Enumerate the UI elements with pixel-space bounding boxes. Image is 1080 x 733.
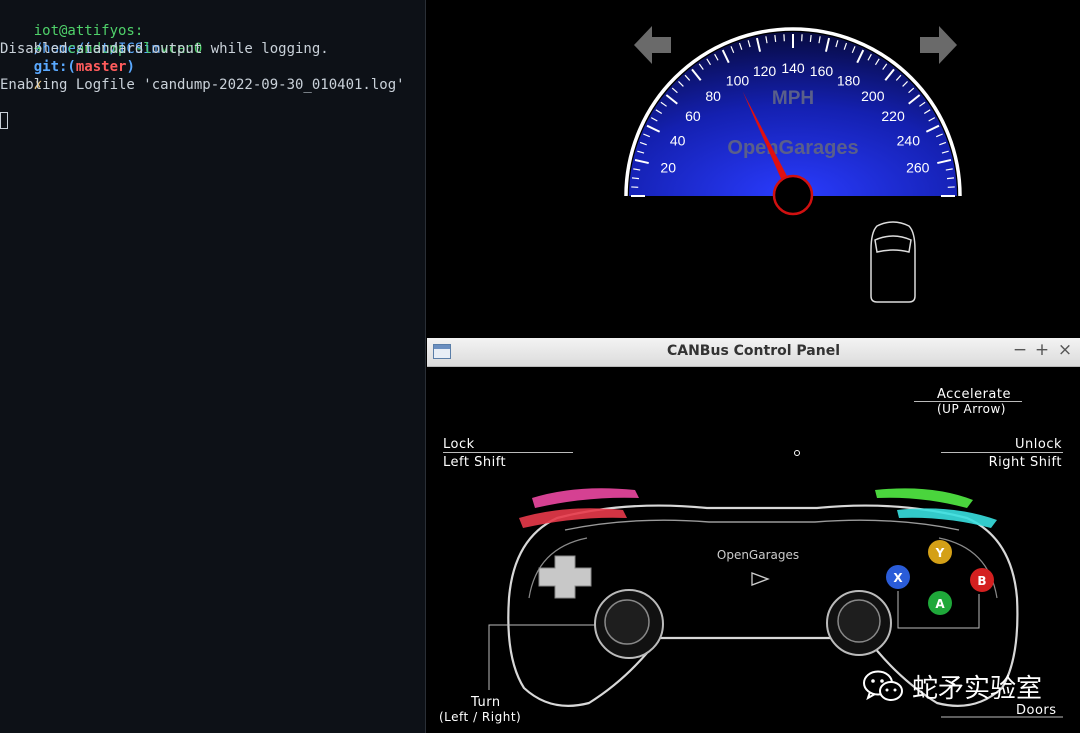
instrument-cluster: 20 40 60 80 100 120 140 160 180 200 220 240 260 MPH …	[427, 0, 1080, 338]
terminal-output-line: Enabling Logfile 'candump-2022-09-30_010…	[0, 77, 405, 93]
gauge-tick	[809, 34, 812, 43]
controller-brand-label: OpenGarages	[717, 548, 799, 562]
gauge-tick	[946, 177, 955, 180]
gauge-tick	[774, 34, 777, 43]
car-topview-icon	[870, 221, 916, 303]
button-b: B	[970, 568, 994, 592]
left-analog-stick	[594, 589, 664, 659]
svg-text:X: X	[893, 571, 903, 585]
wechat-icon	[863, 670, 903, 701]
window-title: CANBus Control Panel	[666, 343, 840, 359]
gauge-tick-label: 60	[685, 108, 701, 124]
terminal-window[interactable]: iot@attifyos: /home/iot/ICSim git:(maste…	[0, 0, 426, 733]
unlock-key: Right Shift	[988, 455, 1062, 470]
left-bumper-lock	[519, 488, 639, 528]
right-analog-stick	[826, 590, 892, 656]
button-y: Y	[928, 540, 952, 564]
speedometer-gauge: 20406080100120 140 160180200220240260 MPH …	[624, 27, 962, 216]
gauge-tick-label: 40	[670, 132, 686, 148]
button-x: X	[886, 565, 910, 589]
gauge-tick-label: 180	[837, 73, 861, 89]
svg-text:B: B	[977, 574, 986, 588]
unlock-label: Unlock	[1015, 437, 1062, 452]
gauge-tick	[631, 177, 640, 180]
gauge-tick-label: 220	[881, 108, 905, 124]
minimize-button[interactable]: −	[1011, 340, 1029, 360]
lock-divider	[443, 452, 573, 453]
gauge-tick-label: 240	[897, 132, 921, 148]
gauge-tick-label: 80	[705, 88, 721, 104]
mouse-pointer-icon	[794, 450, 800, 456]
gauge-tick-label: 20	[660, 160, 676, 176]
window-titlebar[interactable]: CANBus Control Panel − + ×	[427, 338, 1080, 367]
lock-key: Left Shift	[443, 455, 507, 470]
maximize-button[interactable]: +	[1033, 340, 1051, 360]
terminal-cursor	[0, 112, 8, 129]
terminal-output-line: Disabled standard output while logging.	[0, 41, 329, 57]
dpad-icon	[538, 555, 592, 599]
gauge-tick-label: 120	[753, 63, 777, 79]
turn-label: Turn	[471, 695, 501, 710]
svg-text:A: A	[935, 597, 945, 611]
arrow-right-icon	[920, 26, 957, 64]
gauge-tick-label: 200	[861, 88, 885, 104]
gauge-tick-label: 140	[781, 60, 805, 76]
needle-hub	[772, 174, 814, 216]
arrow-left-icon	[634, 26, 671, 64]
accelerate-key: (UP Arrow)	[937, 402, 1006, 416]
gauge-tick-label: 100	[726, 73, 750, 89]
right-bumper-unlock	[875, 488, 997, 528]
button-a: A	[928, 591, 952, 615]
svg-text:Y: Y	[935, 546, 945, 560]
gauge-brand-label: OpenGarages	[727, 137, 858, 159]
turn-callout-line	[488, 624, 595, 690]
doors-callout-line	[897, 591, 980, 629]
gauge-tick-label: 260	[906, 160, 930, 176]
turn-key: (Left / Right)	[439, 710, 522, 724]
watermark: 蛇矛实验室	[862, 666, 1042, 706]
speedometer-svg: 20406080100120 140 160180200220240260 MPH …	[624, 26, 962, 303]
lock-label: Lock	[443, 437, 475, 452]
accelerate-label: Accelerate	[937, 387, 1011, 402]
watermark-text: 蛇矛实验室	[912, 673, 1043, 704]
gauge-unit-label: MPH	[772, 88, 814, 109]
close-button[interactable]: ×	[1056, 340, 1074, 360]
start-button-icon	[751, 572, 770, 586]
gauge-tick-label: 160	[810, 63, 834, 79]
unlock-divider	[941, 452, 1063, 453]
